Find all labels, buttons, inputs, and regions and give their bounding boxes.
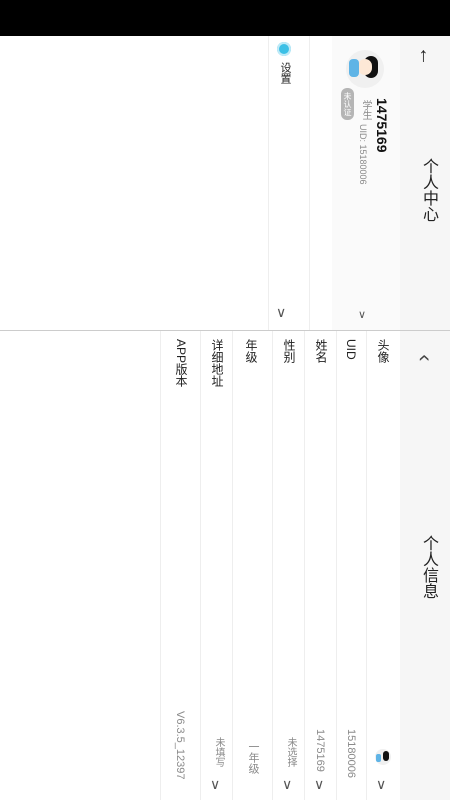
field-label: 性别	[282, 339, 296, 363]
field-value: 1475169	[314, 729, 326, 772]
chevron-down-icon: ∨	[376, 776, 387, 792]
field-row-avatar[interactable]: 头像 ∨	[366, 331, 401, 800]
profile-card[interactable]: 1475169 学生 UID: 15180006 未认证 ∨	[332, 36, 400, 330]
settings-label: 设置	[279, 62, 291, 84]
field-row-app-version: APP版本 V6.3.5_12397	[160, 331, 201, 800]
username: 1475169	[374, 98, 390, 153]
page-title: 个人信息	[420, 535, 437, 599]
avatar	[375, 749, 391, 765]
field-value: 15180006	[345, 729, 357, 778]
gear-icon	[277, 42, 291, 56]
role-text: 学生	[360, 100, 371, 120]
field-label: 姓名	[314, 339, 328, 363]
arrow-left-icon: ←	[415, 46, 437, 66]
back-button[interactable]: ←	[414, 44, 438, 68]
collapse-button[interactable]: ›	[410, 345, 436, 371]
status-bar	[0, 0, 450, 36]
field-row-grade[interactable]: 年级 一年级	[232, 331, 273, 800]
chevron-down-icon: ∨	[358, 309, 367, 321]
settings-row[interactable]: 设置 ∨	[268, 36, 310, 330]
personal-center-panel: ← 个人中心 1475169 学生 UID: 15180006 未认证 ∨ 设置…	[0, 36, 450, 330]
chevron-down-icon: ∨	[210, 776, 221, 792]
field-row-address[interactable]: 详细地址 未填写 ∨	[200, 331, 233, 800]
field-label: APP版本	[174, 339, 188, 388]
status-badge: 未认证	[341, 88, 354, 120]
field-label: UID	[344, 339, 358, 360]
chevron-down-icon: ∨	[276, 304, 287, 320]
chevron-up-icon: ›	[410, 354, 435, 362]
field-label: 头像	[376, 339, 390, 363]
chevron-down-icon: ∨	[314, 776, 325, 792]
field-value: 未填写	[213, 737, 224, 767]
field-value: 未选择	[285, 737, 296, 767]
personal-info-panel: › 个人信息 头像 ∨ UID 15180006 姓名 1475169 ∨ 性别…	[0, 331, 450, 800]
field-row-gender[interactable]: 性别 未选择 ∨	[272, 331, 305, 800]
uid-text: UID: 15180006	[358, 124, 368, 185]
page-title: 个人中心	[420, 158, 437, 222]
field-value: V6.3.5_12397	[174, 711, 186, 780]
field-label: 详细地址	[210, 339, 224, 387]
field-row-name[interactable]: 姓名 1475169 ∨	[304, 331, 337, 800]
avatar	[346, 50, 384, 88]
field-value: 一年级	[247, 741, 259, 774]
chevron-down-icon: ∨	[282, 776, 293, 792]
field-label: 年级	[244, 339, 258, 363]
field-row-uid: UID 15180006	[336, 331, 367, 800]
